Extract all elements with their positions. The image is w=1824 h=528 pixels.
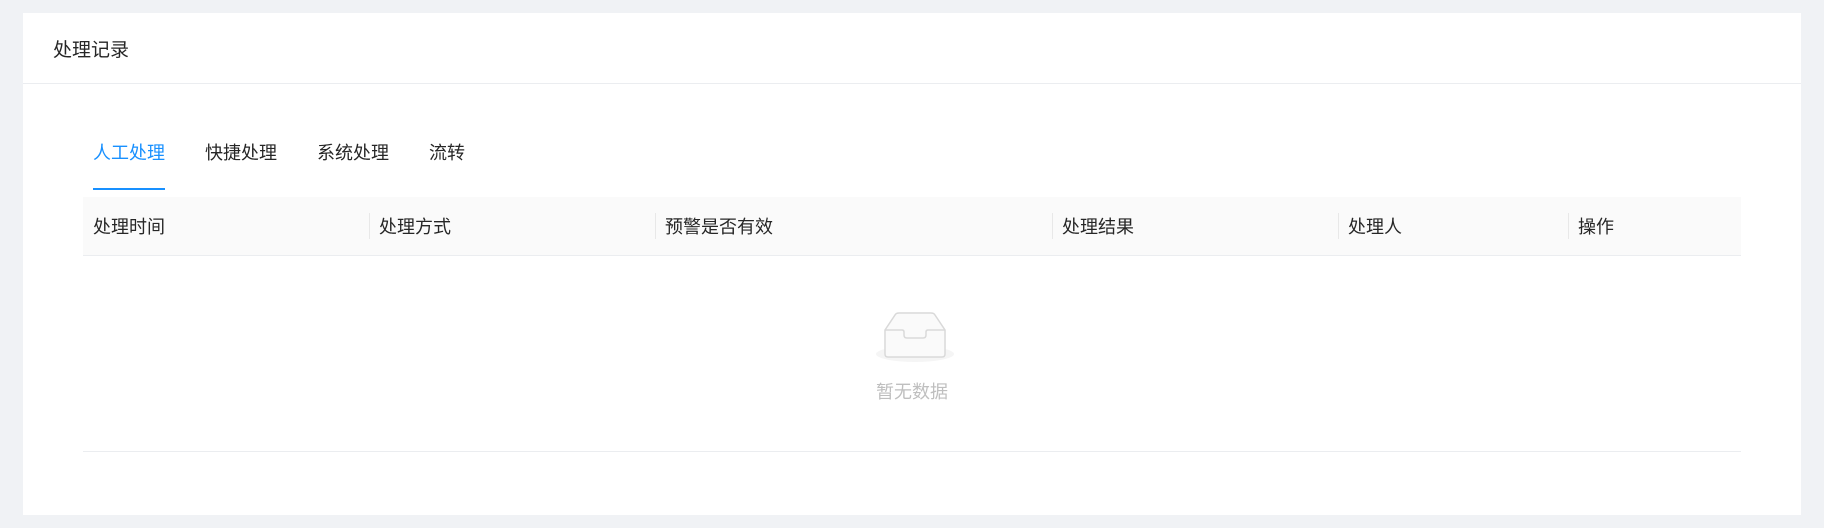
table-header: 处理时间 处理方式 预警是否有效 处理结果 处理人 操作 [83,197,1741,256]
records-card: 处理记录 人工处理 快捷处理 系统处理 流转 处理时间 处理方式 预警是否有效 … [23,13,1801,515]
column-header-handler: 处理人 [1338,213,1568,239]
empty-text: 暂无数据 [876,382,948,403]
card-header: 处理记录 [23,13,1801,84]
records-table: 处理时间 处理方式 预警是否有效 处理结果 处理人 操作 暂无数据 [83,197,1741,452]
column-header-time: 处理时间 [93,217,165,238]
column-header-method: 处理方式 [369,213,655,239]
tab-system[interactable]: 系统处理 [317,133,389,190]
card-title: 处理记录 [53,38,130,61]
empty-inbox-icon [876,312,954,362]
column-header-action: 操作 [1568,213,1741,239]
column-header-valid: 预警是否有效 [655,213,1052,239]
tab-quick[interactable]: 快捷处理 [205,133,277,190]
column-header-result: 处理结果 [1052,213,1338,239]
tab-transfer[interactable]: 流转 [429,133,465,190]
tab-manual[interactable]: 人工处理 [93,133,165,190]
empty-state: 暂无数据 [83,256,1741,452]
tab-bar: 人工处理 快捷处理 系统处理 流转 [93,133,505,190]
